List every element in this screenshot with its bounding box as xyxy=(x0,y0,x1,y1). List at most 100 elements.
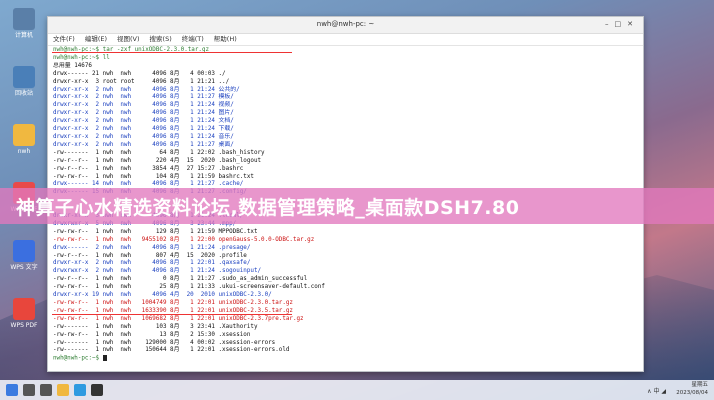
watermark-banner: 神算子心水精选资料论坛,数据管理策略_桌面款DSH7.80 xyxy=(0,188,714,224)
red-annotation-line xyxy=(52,52,292,53)
desktop-icon-column: 计算机回收站nwhWPS PDFWPS 文字WPS PDF xyxy=(6,8,42,356)
terminal-line-text: -rw-rw-r-- 1 nwh nwh 13 8月 2 15:30 .xses… xyxy=(53,331,251,338)
terminal-line-text: -rw-rw-r-- 1 nwh nwh 104 8月 1 21:59 bash… xyxy=(53,173,254,180)
terminal-line: nwh@nwh-pc:~$ tar -zxf unixODBC-2.3.0.ta… xyxy=(53,47,638,55)
terminal-line-text: drwxr-xr-x 2 nwh nwh 4096 8月 1 21:24 音乐/ xyxy=(53,133,234,140)
terminal-line-text: drwxr-xr-x 2 nwh nwh 4096 8月 1 21:27 桌面/ xyxy=(53,141,234,148)
terminal-line-text: drwx------ 21 nwh nwh 4096 8月 4 00:03 ./ xyxy=(53,70,226,77)
task-view-icon[interactable] xyxy=(40,384,52,396)
terminal-line-text: drwxr-xr-x 2 nwh nwh 4096 8月 1 21:27 模板/ xyxy=(53,94,234,101)
desktop-icon-label: WPS PDF xyxy=(10,322,38,329)
terminal-line-text: drwxr-xr-x 2 nwh nwh 4096 8月 1 21:24 公共的… xyxy=(53,86,240,93)
terminal-line: -rw------- 1 nwh nwh 64 8月 1 22:02 .bash… xyxy=(53,150,638,158)
terminal-line-text: drwxr-xr-x 2 nwh nwh 4096 8月 1 21:24 图片/ xyxy=(53,110,234,117)
desktop-icon[interactable]: WPS PDF xyxy=(6,298,42,342)
window-title: nwh@nwh-pc: ~ xyxy=(316,20,375,28)
menu-item[interactable]: 视图(V) xyxy=(117,35,140,43)
terminal-line-text: -rw-r--r-- 1 nwh nwh 807 4月 15 2020 .pro… xyxy=(53,252,247,259)
terminal-line-text: -rw------- 1 nwh nwh 103 8月 3 23:41 .Xau… xyxy=(53,323,258,330)
wps-writer-icon xyxy=(13,240,35,262)
clock-date: 2023/08/04 xyxy=(676,390,708,396)
start-menu-icon[interactable] xyxy=(6,384,18,396)
terminal-line-text: drwxr-xr-x 2 nwh nwh 4096 8月 1 21:24 下载/ xyxy=(53,126,234,133)
terminal-line: -rw------- 1 nwh nwh 150644 8月 1 22:01 .… xyxy=(53,347,638,355)
wps-pdf-icon xyxy=(13,298,35,320)
menu-item[interactable]: 编辑(E) xyxy=(85,35,107,43)
terminal-line-text: -rw-r--r-- 1 nwh nwh 3854 4月 27 15:27 .b… xyxy=(53,165,244,172)
taskbar: ∧ 中 ◢ 星期五 2023/08/04 xyxy=(0,380,714,400)
terminal-line: nwh@nwh-pc:~$ ll xyxy=(53,55,638,63)
menu-bar: 文件(F) 编辑(E) 视图(V) 搜索(S) 终端(T) 帮助(H) xyxy=(48,34,643,46)
desktop-icon[interactable]: WPS 文字 xyxy=(6,240,42,284)
terminal-line: -rw------- 1 nwh nwh 103 8月 3 23:41 .Xau… xyxy=(53,324,638,332)
terminal-line-text: drwxr-xr-x 2 nwh nwh 4096 8月 1 21:24 文档/ xyxy=(53,118,234,125)
terminal-line: -rw-rw-r-- 1 nwh nwh 13 8月 2 15:30 .xses… xyxy=(53,332,638,340)
terminal-line-text: drwxr-xr-x 3 root root 4096 8月 1 21:21 .… xyxy=(53,78,230,85)
terminal-icon[interactable] xyxy=(91,384,103,396)
terminal-line: drwx------ 21 nwh nwh 4096 8月 4 00:03 ./ xyxy=(53,71,638,79)
terminal-line-text: nwh@nwh-pc:~$ ll xyxy=(53,54,110,61)
terminal-line-text: -rw-rw-r-- 1 nwh nwh 129 8月 1 21:59 MPPO… xyxy=(53,228,258,235)
desktop-icon[interactable]: 计算机 xyxy=(6,8,42,52)
window-titlebar[interactable]: nwh@nwh-pc: ~ –□✕ xyxy=(48,17,643,34)
terminal-line: drwxr-xr-x 19 nwh nwh 4096 4月 20 2010 un… xyxy=(53,292,638,300)
terminal-line-text: -rw-rw-r-- 1 nwh nwh 1069682 8月 1 22:01 … xyxy=(53,315,304,322)
minimize-icon[interactable]: – xyxy=(605,20,615,28)
menu-item[interactable]: 终端(T) xyxy=(182,35,204,43)
terminal-line-text: -rw-rw-r-- 1 nwh nwh 9455102 8月 1 22:00 … xyxy=(53,236,315,243)
terminal-line: -rw-r--r-- 1 nwh nwh 0 8月 1 21:27 .sudo_… xyxy=(53,276,638,284)
system-tray[interactable]: ∧ 中 ◢ xyxy=(647,386,666,395)
browser-icon[interactable] xyxy=(74,384,86,396)
desktop-icon[interactable]: 回收站 xyxy=(6,66,42,110)
folder-icon xyxy=(13,124,35,146)
terminal-line: -rw-rw-r-- 1 nwh nwh 1004749 8月 1 22:01 … xyxy=(53,300,638,308)
close-icon[interactable]: ✕ xyxy=(627,20,639,28)
menu-item[interactable]: 文件(F) xyxy=(53,35,75,43)
terminal-line-text: drwxr-xr-x 19 nwh nwh 4096 4月 20 2010 un… xyxy=(53,292,272,299)
terminal-line: drwx------ 2 nwh nwh 4096 8月 1 21:24 .pr… xyxy=(53,245,638,253)
terminal-line-text: -rw-rw-r-- 1 nwh nwh 1633390 8月 1 22:01 … xyxy=(53,307,293,314)
terminal-line-text: drwx------ 2 nwh nwh 4096 8月 1 21:24 .pr… xyxy=(53,244,251,251)
terminal-line-text: -rw------- 1 nwh nwh 129000 8月 4 00:02 .… xyxy=(53,339,276,346)
terminal-line-text: -rw-rw-r-- 1 nwh nwh 1004749 8月 1 22:01 … xyxy=(53,300,293,306)
terminal-line: drwxr-xr-x 2 nwh nwh 4096 8月 1 21:24 图片/ xyxy=(53,110,638,118)
terminal-line: drwxr-xr-x 2 nwh nwh 4096 8月 1 21:24 音乐/ xyxy=(53,134,638,142)
terminal-line: -rw-rw-r-- 1 nwh nwh 129 8月 1 21:59 MPPO… xyxy=(53,229,638,237)
terminal-line: 总用量 14676 xyxy=(53,63,638,71)
desktop-icon-label: 计算机 xyxy=(14,32,33,39)
menu-item[interactable]: 帮助(H) xyxy=(214,35,237,43)
terminal-line-text: drwx------ 14 nwh nwh 4096 8月 1 21:27 .c… xyxy=(53,181,244,188)
terminal-line: drwxr-xr-x 2 nwh nwh 4096 8月 1 21:24 下载/ xyxy=(53,126,638,134)
terminal-line: drwxr-xr-x 3 root root 4096 8月 1 21:21 .… xyxy=(53,79,638,87)
terminal-line-text: -rw-rw-r-- 1 nwh nwh 25 8月 1 21:33 .ukui… xyxy=(53,284,325,291)
banner-text: 神算子心水精选资料论坛,数据管理策略_桌面款DSH7.80 xyxy=(16,197,520,219)
terminal-cursor xyxy=(102,355,107,362)
terminal-line: -rw-rw-r-- 1 nwh nwh 9455102 8月 1 22:00 … xyxy=(53,237,638,245)
terminal-line: -rw-rw-r-- 1 nwh nwh 25 8月 1 21:33 .ukui… xyxy=(53,284,638,292)
terminal-line: drwxr-xr-x 2 nwh nwh 4096 8月 1 21:27 桌面/ xyxy=(53,142,638,150)
terminal-line: -rw-r--r-- 1 nwh nwh 3854 4月 27 15:27 .b… xyxy=(53,166,638,174)
desktop-icon-label: nwh xyxy=(17,148,31,155)
clock-time: 星期五 xyxy=(691,382,708,388)
desktop-icon[interactable]: nwh xyxy=(6,124,42,168)
red-annotation-line xyxy=(52,314,292,315)
window-controls[interactable]: –□✕ xyxy=(605,20,639,28)
file-manager-icon[interactable] xyxy=(57,384,69,396)
terminal-line-text: -rw-r--r-- 1 nwh nwh 0 8月 1 21:27 .sudo_… xyxy=(53,276,308,283)
taskbar-clock[interactable]: 星期五 2023/08/04 xyxy=(676,381,708,397)
maximize-icon[interactable]: □ xyxy=(615,20,628,28)
terminal-line-text: -rw------- 1 nwh nwh 64 8月 1 22:02 .bash… xyxy=(53,149,265,156)
search-icon[interactable] xyxy=(23,384,35,396)
terminal-line-text: nwh@nwh-pc:~$ xyxy=(53,355,103,362)
menu-item[interactable]: 搜索(S) xyxy=(150,35,172,43)
computer-icon xyxy=(13,8,35,30)
desktop-icon-label: 回收站 xyxy=(14,90,33,97)
terminal-line-text: drwxr-xr-x 2 nwh nwh 4096 8月 1 22:01 .qa… xyxy=(53,260,251,267)
desktop-icon-label: WPS 文字 xyxy=(10,264,38,271)
trash-icon xyxy=(13,66,35,88)
terminal-line: nwh@nwh-pc:~$ xyxy=(53,355,638,363)
terminal-line-text: -rw-r--r-- 1 nwh nwh 220 4月 15 2020 .bas… xyxy=(53,157,262,164)
terminal-line: -rw-r--r-- 1 nwh nwh 220 4月 15 2020 .bas… xyxy=(53,158,638,166)
terminal-line: drwxr-xr-x 2 nwh nwh 4096 8月 1 21:24 文档/ xyxy=(53,118,638,126)
terminal-line: -rw-rw-r-- 1 nwh nwh 1069682 8月 1 22:01 … xyxy=(53,316,638,324)
